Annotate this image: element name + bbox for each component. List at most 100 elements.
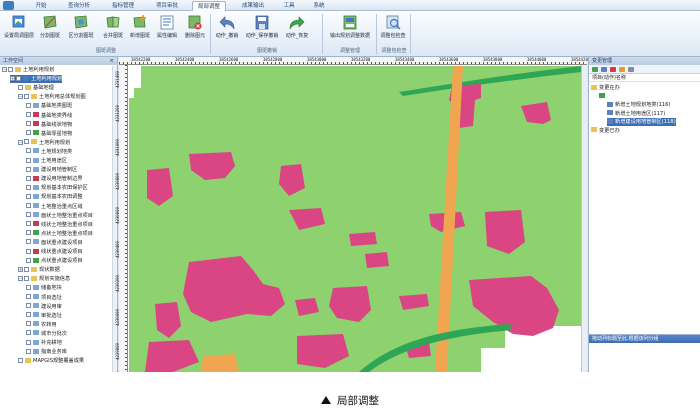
checkbox-icon[interactable] bbox=[26, 184, 31, 190]
add-change-icon[interactable] bbox=[592, 67, 598, 72]
checkbox-icon[interactable] bbox=[26, 339, 31, 345]
tree-item[interactable]: 线状土地整治重点项目 bbox=[26, 221, 93, 229]
tree-item[interactable]: 点状土地整治重点项目 bbox=[26, 230, 93, 238]
export-adjust-data-button[interactable]: 输出规划调整数据 bbox=[326, 14, 374, 44]
group-by-hint[interactable]: 拖动列标题至此,根据该列分组 bbox=[589, 335, 700, 343]
tree-item[interactable]: 基础线状地物 bbox=[26, 121, 72, 129]
checkbox-icon[interactable] bbox=[26, 148, 31, 154]
tree-item[interactable]: MAPGIS规整覆盖成果 bbox=[18, 357, 84, 365]
checkbox-icon[interactable] bbox=[18, 84, 23, 90]
tree-item[interactable]: 土地用途区 bbox=[26, 157, 67, 165]
tab-system[interactable]: 系统 bbox=[308, 1, 330, 11]
tab-query-analysis[interactable]: 查询分析 bbox=[62, 1, 96, 11]
checkbox-icon[interactable] bbox=[26, 257, 31, 263]
collapse-icon[interactable]: − bbox=[2, 67, 7, 72]
tree-item[interactable]: 面状重点建设项目 bbox=[26, 239, 83, 247]
tree-item[interactable]: 储备地块 bbox=[26, 284, 62, 292]
expand-icon[interactable]: + bbox=[18, 267, 23, 273]
checkbox-icon[interactable] bbox=[24, 139, 29, 145]
checkbox-icon[interactable] bbox=[26, 121, 31, 127]
search-icon[interactable] bbox=[628, 67, 634, 72]
checkbox-icon[interactable] bbox=[18, 357, 23, 363]
tree-item[interactable]: 城市分批次 bbox=[26, 330, 67, 338]
tab-result-output[interactable]: 成果输出 bbox=[236, 1, 270, 11]
tree-item[interactable]: 基础地类图斑 bbox=[26, 102, 72, 110]
tab-tools[interactable]: 工具 bbox=[278, 1, 300, 11]
merge-polygon-button[interactable]: 合并图斑 bbox=[100, 14, 126, 44]
change-tree-item[interactable]: 变更在办 bbox=[591, 84, 620, 92]
tree-item[interactable]: 基础零星地物 bbox=[26, 130, 72, 138]
tree-item[interactable]: 建设用审 bbox=[26, 303, 62, 311]
tree-item[interactable]: 补充耕地 bbox=[26, 339, 62, 347]
map-vertical-scrollbar[interactable] bbox=[581, 65, 587, 372]
tree-item[interactable]: 指南业务库 bbox=[26, 348, 67, 356]
tree-item[interactable]: 基础地类界线 bbox=[26, 112, 72, 120]
collapse-icon[interactable]: − bbox=[18, 94, 23, 100]
tree-item[interactable]: 规划基本农田调整 bbox=[26, 193, 83, 201]
collapse-icon[interactable]: − bbox=[18, 276, 23, 282]
change-tree-item[interactable]: 新增建设用地管制区(118) bbox=[607, 118, 676, 126]
tab-local-adjustment[interactable]: 局部调整 bbox=[192, 1, 226, 11]
tree-item[interactable]: 建设用地管制区 bbox=[26, 166, 77, 174]
expand-icon[interactable]: + bbox=[10, 76, 15, 82]
tree-item[interactable]: 面状土地整治重点项目 bbox=[26, 212, 93, 220]
checkbox-icon[interactable] bbox=[26, 284, 31, 290]
edit-change-icon[interactable] bbox=[619, 67, 625, 72]
checkbox-icon[interactable] bbox=[26, 230, 31, 236]
tree-item[interactable]: − 土地利用规划 bbox=[18, 139, 70, 147]
tree-item[interactable]: 审批选址 bbox=[26, 312, 62, 320]
checkbox-icon[interactable] bbox=[24, 93, 29, 99]
tree-item[interactable]: − 土地利用规划 bbox=[2, 66, 54, 74]
add-polygon-button[interactable]: 新增图斑 bbox=[128, 14, 152, 44]
tree-item[interactable]: 线状重点建设项目 bbox=[26, 248, 83, 256]
checkbox-icon[interactable] bbox=[26, 203, 31, 208]
redo-button[interactable]: 动作_恢复 bbox=[282, 14, 312, 44]
refresh-icon[interactable] bbox=[601, 67, 607, 72]
checkbox-icon[interactable] bbox=[26, 248, 31, 254]
map-canvas[interactable] bbox=[129, 66, 581, 372]
checkbox-icon[interactable] bbox=[26, 175, 31, 181]
checkbox-icon[interactable] bbox=[26, 212, 31, 218]
checkbox-icon[interactable] bbox=[26, 157, 31, 163]
tree-item[interactable]: − 规划实施信息 bbox=[18, 275, 70, 283]
checkbox-icon[interactable] bbox=[24, 275, 29, 281]
tab-start[interactable]: 开始 bbox=[28, 1, 54, 11]
tree-item[interactable]: 规划基本农田保护区 bbox=[26, 184, 88, 192]
tree-item[interactable]: 土地规划地类 bbox=[26, 148, 72, 156]
checkbox-icon[interactable] bbox=[26, 221, 31, 227]
tab-project-approval[interactable]: 项目审批 bbox=[150, 1, 184, 11]
undo-button[interactable]: 动作_撤销 bbox=[212, 14, 242, 44]
checkbox-icon[interactable] bbox=[26, 112, 31, 117]
app-logo-icon[interactable] bbox=[3, 1, 14, 10]
tree-item[interactable]: 农转用 bbox=[26, 321, 57, 329]
close-icon[interactable]: × bbox=[109, 57, 114, 65]
checkbox-icon[interactable] bbox=[26, 102, 31, 108]
tree-item[interactable]: 点状重点建设项目 bbox=[26, 257, 83, 265]
map-view[interactable]: 38542200 38542400 38542600 38542800 38543000… bbox=[115, 57, 590, 372]
checkbox-icon[interactable] bbox=[8, 66, 13, 72]
tree-item[interactable]: 土地整治重点区域 bbox=[26, 203, 83, 211]
set-adjust-layer-button[interactable]: 设置局调图层 bbox=[2, 14, 36, 44]
checkbox-icon[interactable] bbox=[26, 330, 31, 336]
checkbox-icon[interactable] bbox=[26, 130, 31, 136]
checkbox-icon[interactable] bbox=[26, 294, 31, 299]
change-tree-item[interactable]: 变更已办 bbox=[591, 127, 620, 135]
checkbox-icon[interactable] bbox=[26, 312, 31, 318]
checkbox-icon[interactable] bbox=[16, 75, 21, 81]
checkbox-icon[interactable] bbox=[26, 193, 31, 199]
checkbox-icon[interactable] bbox=[26, 166, 31, 172]
delete-change-icon[interactable] bbox=[610, 67, 616, 72]
tab-index-management[interactable]: 指标管理 bbox=[106, 1, 140, 11]
checkbox-icon[interactable] bbox=[26, 348, 31, 354]
change-tree-item[interactable]: 新增土地规划地类(116) bbox=[607, 101, 670, 109]
delete-element-button[interactable]: 删除图元 bbox=[182, 14, 208, 44]
tree-item[interactable]: + 土地利用规划 bbox=[10, 75, 63, 84]
checkbox-icon[interactable] bbox=[26, 303, 31, 309]
collapse-icon[interactable]: − bbox=[18, 139, 23, 145]
tree-item[interactable]: − 土地利用总体规划图 bbox=[18, 93, 86, 101]
save-undo-button[interactable]: 动作_保存撤销 bbox=[244, 14, 280, 44]
split-polygon-button[interactable]: 分割图斑 bbox=[38, 14, 62, 44]
checkbox-icon[interactable] bbox=[26, 239, 31, 245]
tree-item[interactable]: 建设用地管制边界 bbox=[26, 175, 83, 183]
tree-item[interactable]: + 现状数据 bbox=[18, 266, 60, 274]
